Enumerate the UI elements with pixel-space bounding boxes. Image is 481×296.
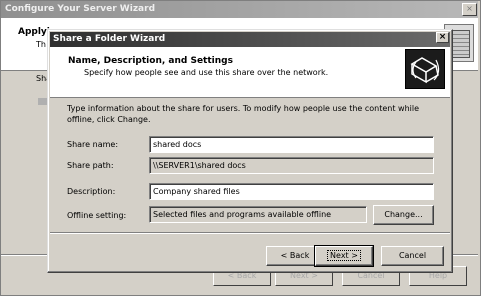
shared-folder-icon-graphic [410,57,440,84]
background-subheading: Th [36,40,46,49]
share-path-field: \\SERVER1\shared docs [149,157,434,174]
change-button[interactable]: Change... [373,205,434,225]
share-path-label: Share path: [67,161,114,170]
description-input[interactable]: Company shared files [149,183,434,200]
description-label: Description: [67,187,116,196]
cancel-button[interactable]: Cancel [381,246,444,266]
background-heading: Applyi [18,27,50,37]
next-button-label: Next > [327,250,361,261]
dialog-heading: Name, Description, and Settings [68,56,233,66]
dialog-footer-divider [50,232,450,234]
share-name-input[interactable]: shared docs [149,136,434,153]
share-name-label: Share name: [67,140,119,149]
background-close-button[interactable]: × [462,3,477,16]
dialog-close-button[interactable]: × [436,32,449,43]
dialog-subheading: Specify how people see and use this shar… [84,68,329,77]
dialog-intro-text: Type information about the share for use… [67,104,420,124]
share-folder-wizard-dialog: Share a Folder Wizard × Name, Descriptio… [47,29,453,273]
next-button[interactable]: Next > [314,245,374,267]
shared-folder-icon [405,49,445,89]
background-title-bar: Configure Your Server Wizard [1,1,478,18]
dialog-title-bar: Share a Folder Wizard [50,32,450,47]
offline-setting-label: Offline setting: [67,211,127,220]
offline-setting-field: Selected files and programs available of… [149,206,367,223]
